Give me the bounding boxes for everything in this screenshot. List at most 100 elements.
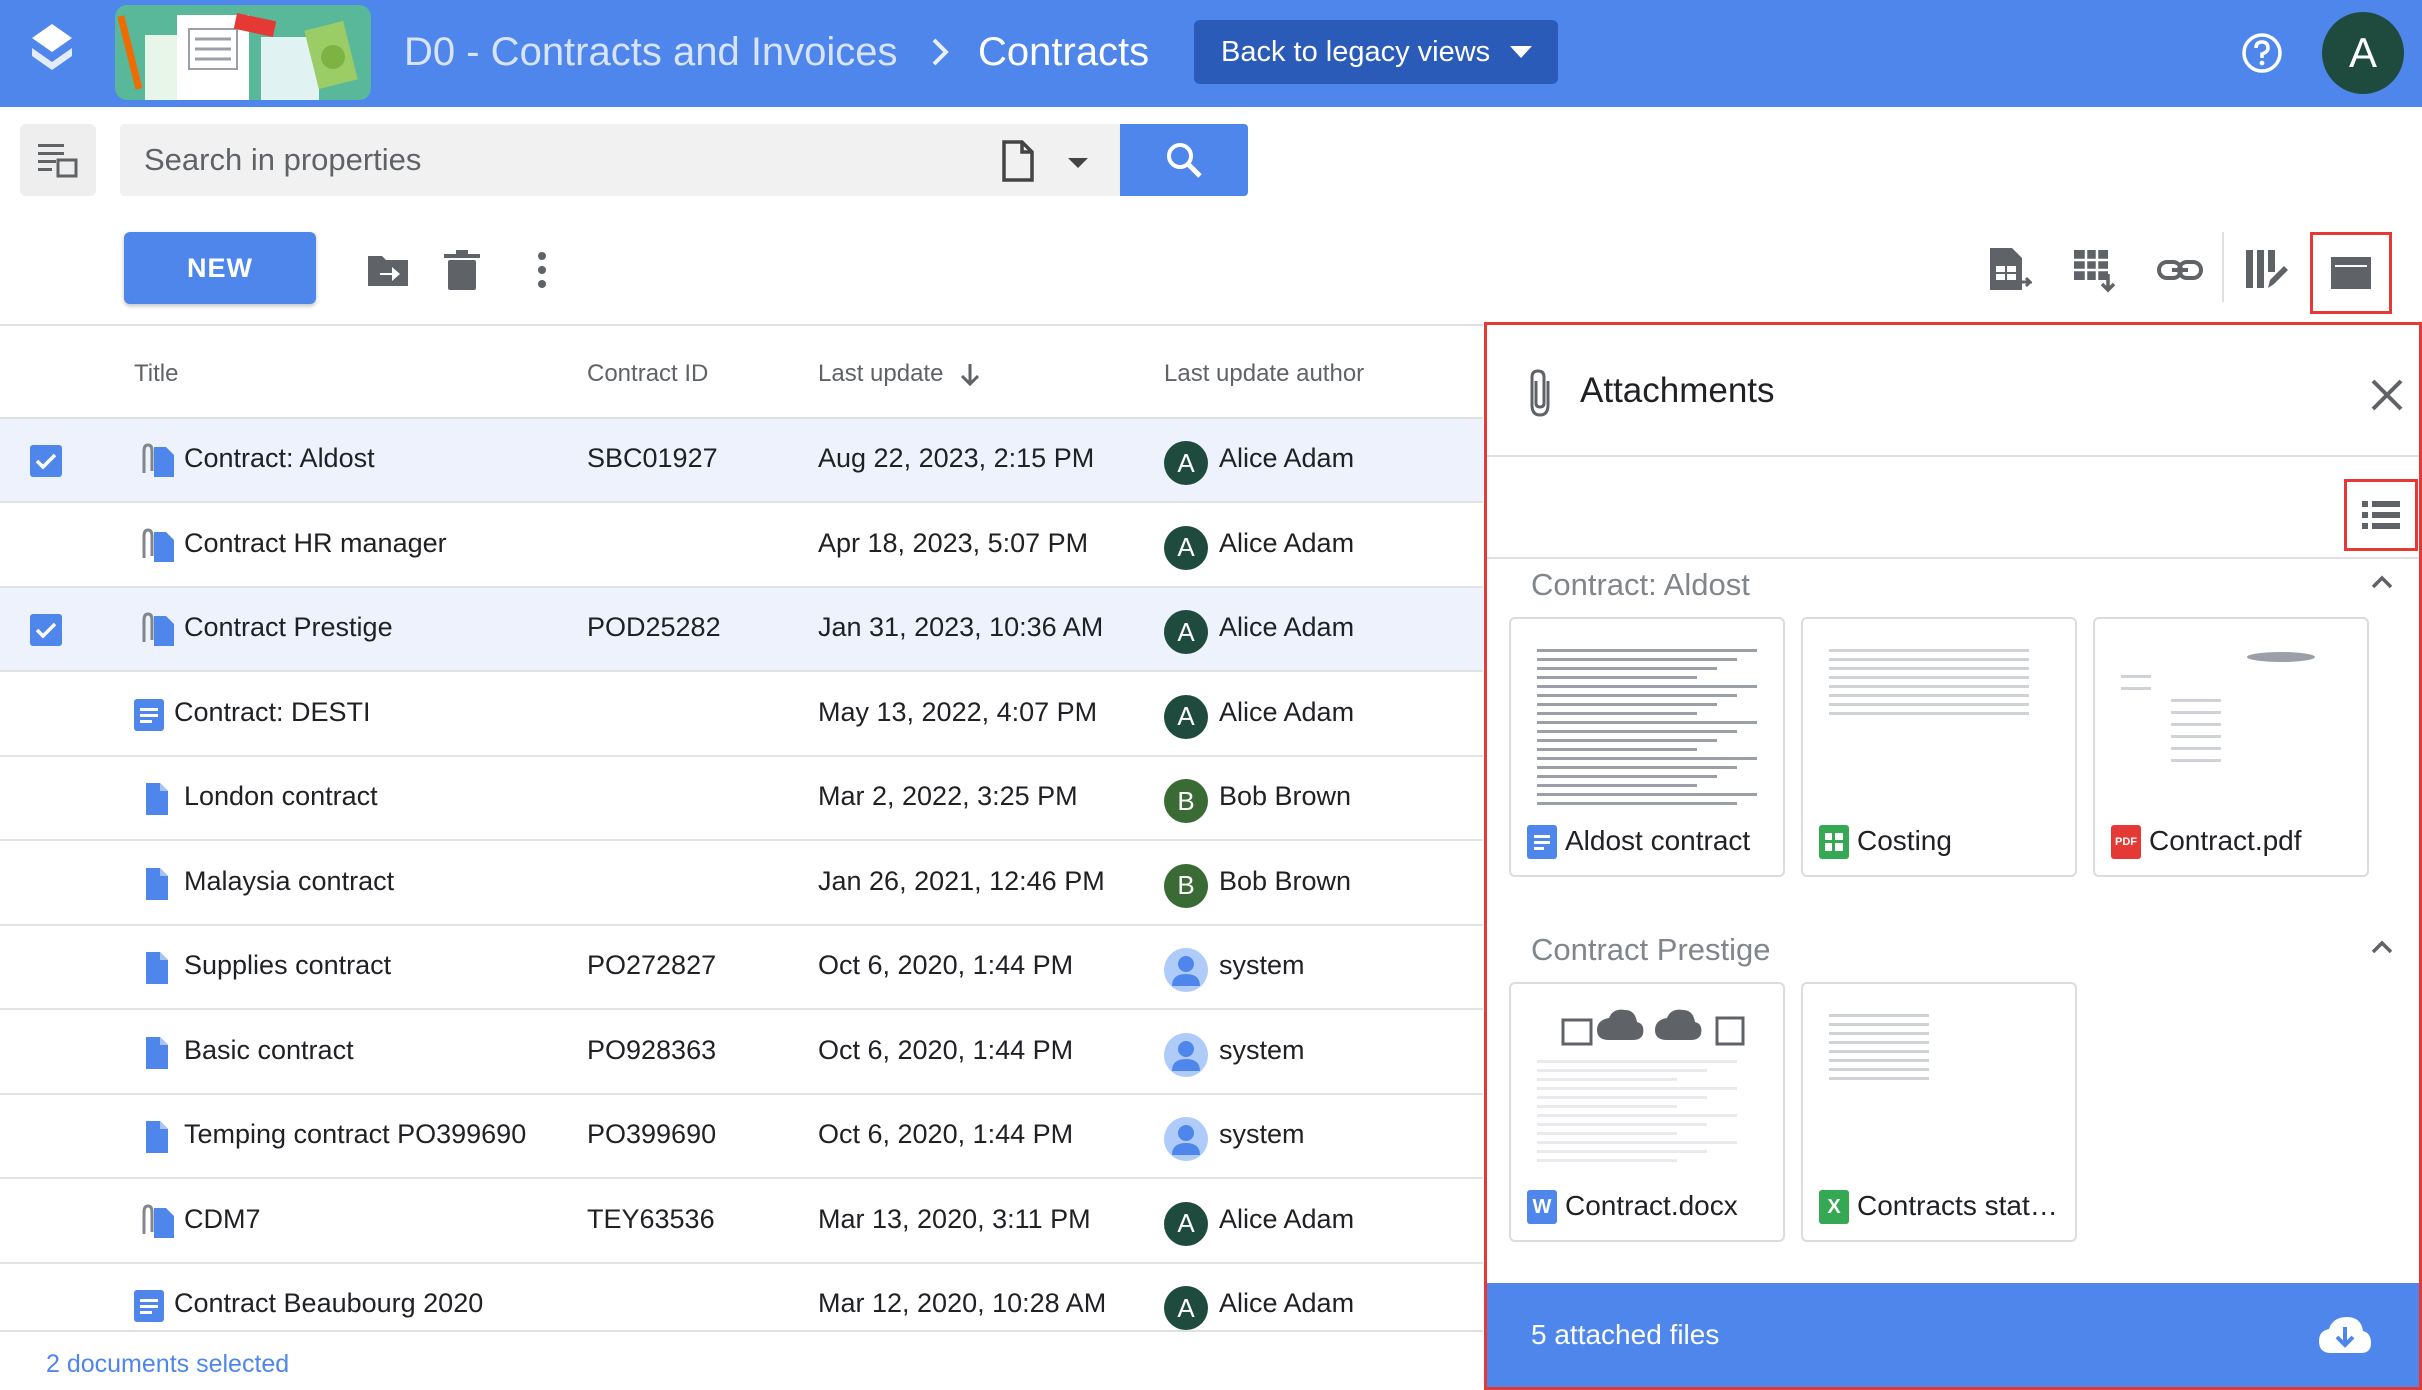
caret-down-icon — [1068, 158, 1088, 168]
chevron-up-icon[interactable] — [2367, 932, 2397, 962]
row-checkbox[interactable] — [30, 445, 62, 477]
attachment-thumbnail — [1527, 635, 1771, 815]
row-title[interactable]: Contract: Aldost — [184, 443, 375, 474]
more-vertical-icon[interactable] — [518, 246, 566, 294]
row-author: Alice Adam — [1219, 527, 1355, 558]
row-title[interactable]: Supplies contract — [184, 950, 391, 981]
breadcrumb-parent[interactable]: D0 - Contracts and Invoices — [404, 26, 898, 78]
list-view-toggle[interactable] — [2344, 479, 2418, 551]
cloud-download-icon[interactable] — [2317, 1313, 2373, 1357]
back-to-legacy-views-button[interactable]: Back to legacy views — [1194, 20, 1558, 84]
user-avatar[interactable]: A — [2322, 12, 2404, 94]
attachment-tile[interactable]: X Contracts stat… — [1801, 982, 2077, 1242]
table-row[interactable]: Basic contract PO928363 Oct 6, 2020, 1:44 … — [0, 1011, 1483, 1095]
row-title[interactable]: Temping contract PO399690 — [184, 1119, 526, 1150]
attachment-group-title: Contract Prestige — [1531, 932, 1771, 967]
row-title[interactable]: Contract Beaubourg 2020 — [174, 1288, 483, 1319]
app-logo-icon[interactable] — [24, 22, 80, 78]
sort-descending-icon[interactable] — [958, 362, 982, 388]
list-view-icon — [2362, 501, 2400, 529]
row-title[interactable]: London contract — [184, 781, 378, 812]
toolbar-divider — [2222, 232, 2224, 302]
attachment-thumbnail — [1819, 635, 2063, 815]
gsheet-file-icon — [1819, 825, 1849, 859]
row-last-update: Oct 6, 2020, 1:44 PM — [818, 1119, 1074, 1149]
column-last-update[interactable]: Last update — [818, 360, 943, 388]
table-row[interactable]: Contract: DESTI May 13, 2022, 4:07 PM A Ali… — [0, 673, 1483, 757]
system-user-icon — [1164, 1032, 1208, 1077]
attachment-thumbnail — [1819, 1000, 2063, 1180]
row-checkbox[interactable] — [30, 614, 62, 646]
system-user-icon — [1164, 948, 1208, 992]
search-button[interactable] — [1120, 124, 1248, 196]
column-last-update-author[interactable]: Last update author — [1164, 360, 1364, 388]
close-icon[interactable] — [2367, 375, 2407, 415]
table-row[interactable]: Supplies contract PO272827 Oct 6, 2020, 1:… — [0, 926, 1483, 1010]
author-avatar: A — [1164, 441, 1208, 485]
search-input[interactable] — [144, 124, 964, 196]
trash-icon[interactable] — [438, 246, 486, 294]
table-header: Title Contract ID Last update Last updat… — [0, 324, 1483, 419]
table-row[interactable]: Contract HR manager Apr 18, 2023, 5:07 PM… — [0, 504, 1483, 588]
pdf-file-icon: PDF — [2111, 825, 2141, 859]
author-avatar: A — [1164, 694, 1208, 739]
row-author: Alice Adam — [1219, 612, 1355, 642]
new-document-button[interactable]: NEW — [124, 232, 316, 304]
toggle-sidebar-button[interactable] — [20, 124, 96, 196]
table-row[interactable]: CDM7 TEY63536 Mar 13, 2020, 3:11 PM A Alice … — [0, 1180, 1483, 1264]
breadcrumb-current: Contracts — [978, 30, 1150, 74]
paperclip-icon — [1530, 369, 1550, 417]
row-title[interactable]: Contract Prestige — [184, 612, 393, 643]
search-icon — [1167, 143, 1202, 178]
attachment-tile[interactable]: Costing — [1801, 617, 2077, 877]
table-row[interactable]: Contract Prestige POD25282 Jan 31, 2023, 1… — [0, 588, 1483, 672]
help-icon[interactable] — [2240, 31, 2284, 75]
attachment-tile[interactable]: W Contract.docx — [1509, 982, 1785, 1242]
edit-columns-icon[interactable] — [2242, 246, 2290, 294]
row-author: Alice Adam — [1219, 696, 1355, 727]
row-title[interactable]: Basic contract — [184, 1035, 354, 1066]
row-last-update: Apr 18, 2023, 5:07 PM — [818, 527, 1089, 558]
row-last-update: Mar 2, 2022, 3:25 PM — [818, 781, 1078, 811]
attachment-name: Aldost contract — [1565, 825, 1751, 856]
chevron-up-icon[interactable] — [2367, 567, 2397, 597]
row-author: Alice Adam — [1219, 1203, 1355, 1234]
row-title[interactable]: Contract: DESTI — [174, 697, 371, 728]
author-avatar: B — [1164, 779, 1208, 823]
attachments-view-bar — [1487, 459, 2419, 559]
row-title[interactable]: CDM7 — [184, 1204, 261, 1235]
gdoc-icon — [130, 1286, 170, 1326]
move-to-folder-icon[interactable] — [364, 246, 412, 294]
excel-file-icon: X — [1819, 1190, 1849, 1224]
file-icon — [136, 948, 176, 988]
link-icon[interactable] — [2156, 246, 2204, 294]
row-contract-id: SBC01927 — [587, 443, 718, 473]
column-title[interactable]: Title — [134, 360, 178, 388]
table-row[interactable]: Contract: Aldost SBC01927 Aug 22, 2023, 2:… — [0, 419, 1483, 503]
attachments-panel-toggle[interactable] — [2310, 232, 2392, 314]
import-table-icon[interactable] — [2070, 246, 2118, 294]
search-box — [120, 124, 1120, 196]
table-row[interactable]: London contract Mar 2, 2022, 3:25 PM B Bob … — [0, 757, 1483, 841]
row-title[interactable]: Malaysia contract — [184, 866, 394, 897]
app-banner-image — [115, 5, 371, 100]
row-last-update: Oct 6, 2020, 1:44 PM — [818, 1034, 1074, 1065]
document-type-filter[interactable] — [1000, 136, 1100, 186]
export-table-icon[interactable] — [1984, 246, 2032, 294]
table-row[interactable]: Malaysia contract Jan 26, 2021, 12:46 PM B… — [0, 842, 1483, 926]
gdoc-icon — [130, 695, 170, 735]
row-last-update: Aug 22, 2023, 2:15 PM — [818, 443, 1095, 473]
attachment-tile[interactable]: Aldost contract — [1509, 617, 1785, 877]
row-author: Alice Adam — [1219, 1288, 1355, 1318]
author-avatar: A — [1164, 1286, 1208, 1330]
attachment-tile[interactable]: PDF Contract.pdf — [2093, 617, 2369, 877]
row-author: Bob Brown — [1219, 865, 1352, 896]
column-contract-id[interactable]: Contract ID — [587, 360, 708, 388]
attachment-thumbnail — [1527, 1000, 1771, 1180]
row-title[interactable]: Contract HR manager — [184, 528, 447, 559]
row-contract-id: PO399690 — [587, 1119, 717, 1149]
table-row[interactable]: Temping contract PO399690 PO399690 Oct 6, … — [0, 1095, 1483, 1179]
row-contract-id: POD25282 — [587, 612, 721, 642]
attachment-group-title: Contract: Aldost — [1531, 567, 1750, 602]
file-icon — [136, 864, 176, 904]
